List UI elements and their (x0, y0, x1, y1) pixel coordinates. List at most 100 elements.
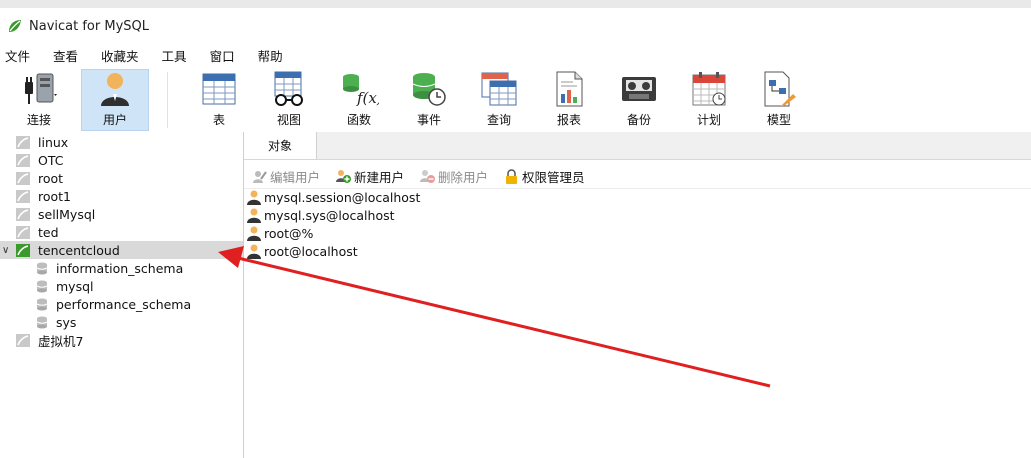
connection-open-icon (16, 243, 30, 257)
query-icon (481, 72, 517, 106)
view-label: 视图 (276, 113, 301, 127)
connection-name: root1 (38, 188, 72, 204)
table-icon (202, 73, 236, 105)
chevron-down-icon[interactable]: ∨ (2, 245, 12, 256)
database-icon (36, 280, 48, 292)
backup-tape-icon (622, 77, 656, 101)
tree-connection-tencentcloud[interactable]: ∨ tencentcloud (0, 241, 243, 259)
tree-connection-root[interactable]: root (0, 169, 243, 187)
lock-icon (506, 168, 518, 184)
tree-database-sys[interactable]: sys (0, 313, 243, 331)
connection-name: root (38, 170, 64, 186)
menu-tools[interactable]: 工具 (157, 46, 199, 65)
table-button[interactable]: 表 (186, 70, 252, 130)
backup-label: 备份 (626, 113, 651, 127)
view-button[interactable]: 视图 (256, 70, 322, 130)
calendar-icon (692, 72, 726, 106)
tab-objects[interactable]: 对象 (244, 132, 317, 159)
connection-tree: linux OTC root root1 sellMysql ted ∨ ten… (0, 132, 244, 458)
view-icon (274, 71, 303, 106)
connection-name: tencentcloud (38, 242, 120, 258)
database-icon (36, 316, 48, 328)
object-panel: 对象 编辑用户 新建用户 删除用户 权限管理员 mysql.session@lo… (244, 132, 1031, 458)
menu-file[interactable]: 文件 (0, 46, 42, 65)
connection-icon (16, 135, 30, 149)
privilege-manager-button[interactable]: 权限管理员 (504, 167, 585, 186)
event-label: 事件 (416, 113, 441, 127)
tree-connection-sellmysql[interactable]: sellMysql (0, 205, 243, 223)
delete-user-icon (420, 169, 436, 183)
add-user-icon (336, 169, 352, 183)
connect-button[interactable]: 连接 (6, 70, 72, 130)
edit-user-icon (253, 170, 267, 183)
user-item[interactable]: root@localhost (246, 242, 358, 260)
tree-connection-otc[interactable]: OTC (0, 151, 243, 169)
toolbar-separator (167, 72, 168, 128)
connection-icon (16, 225, 30, 239)
window-title: Navicat for MySQL (29, 18, 149, 34)
menu-help[interactable]: 帮助 (253, 46, 295, 65)
connection-name: linux (38, 134, 69, 150)
new-user-button[interactable]: 新建用户 (336, 167, 404, 186)
connection-name: sellMysql (38, 206, 96, 222)
database-icon (36, 262, 48, 274)
connection-icon (16, 153, 30, 167)
user-item[interactable]: mysql.session@localhost (246, 188, 420, 206)
function-icon: f(x) (343, 74, 379, 107)
backup-button[interactable]: 备份 (606, 70, 672, 130)
event-clock-icon (412, 73, 446, 106)
connection-icon (16, 189, 30, 203)
model-icon (764, 71, 796, 107)
main-toolbar: 连接 用户 表 视图 f(x 函数 事件 查询 报表 备份 计划 模型 (0, 66, 1031, 133)
tree-database-performance-schema[interactable]: performance_schema (0, 295, 243, 313)
connection-name: OTC (38, 152, 64, 168)
tree-connection-root1[interactable]: root1 (0, 187, 243, 205)
database-icon (36, 298, 48, 310)
object-toolbar: 编辑用户 新建用户 删除用户 权限管理员 (244, 164, 1031, 189)
tab-bar: 对象 (244, 132, 1031, 160)
user-icon (247, 226, 261, 241)
menu-view[interactable]: 查看 (48, 46, 90, 65)
query-button[interactable]: 查询 (466, 70, 532, 130)
navicat-logo-icon (9, 20, 21, 32)
function-button[interactable]: f(x) 函数 (326, 70, 392, 130)
tree-connection-ted[interactable]: ted (0, 223, 243, 241)
user-button[interactable]: 用户 (81, 69, 149, 131)
tree-database-mysql[interactable]: mysql (0, 277, 243, 295)
database-name: sys (56, 314, 77, 330)
tree-connection-linux[interactable]: linux (0, 133, 243, 151)
connection-name: 虚拟机7 (38, 333, 84, 349)
plug-icon (25, 73, 57, 104)
menu-window[interactable]: 窗口 (205, 46, 247, 65)
delete-user-button[interactable]: 删除用户 (420, 167, 488, 186)
edit-user-button[interactable]: 编辑用户 (252, 167, 320, 186)
menu-bar: 文件 查看 收藏夹 工具 窗口 帮助 (0, 44, 1031, 66)
tree-connection-vm7[interactable]: 虚拟机7 (0, 331, 243, 349)
schedule-button[interactable]: 计划 (676, 70, 742, 130)
database-name: information_schema (56, 260, 184, 276)
user-item[interactable]: root@% (246, 224, 313, 242)
model-button[interactable]: 模型 (746, 70, 812, 130)
query-label: 查询 (486, 113, 511, 127)
database-name: performance_schema (56, 296, 192, 312)
table-label: 表 (212, 113, 225, 127)
function-label: 函数 (346, 113, 371, 127)
tab-label: 对象 (267, 139, 292, 153)
menu-favorites[interactable]: 收藏夹 (96, 46, 151, 65)
user-icon (101, 73, 129, 106)
connection-icon (16, 333, 30, 347)
event-button[interactable]: 事件 (396, 70, 462, 130)
svg-text:f(x): f(x) (356, 89, 379, 107)
connect-label: 连接 (26, 113, 51, 127)
user-label: 用户 (102, 113, 127, 127)
user-icon (247, 208, 261, 223)
user-icon (247, 244, 261, 259)
schedule-label: 计划 (696, 113, 721, 127)
connection-name: ted (38, 224, 59, 240)
report-button[interactable]: 报表 (536, 70, 602, 130)
report-label: 报表 (556, 113, 581, 127)
tree-database-information-schema[interactable]: information_schema (0, 259, 243, 277)
connection-icon (16, 207, 30, 221)
connection-icon (16, 171, 30, 185)
user-item[interactable]: mysql.sys@localhost (246, 206, 395, 224)
